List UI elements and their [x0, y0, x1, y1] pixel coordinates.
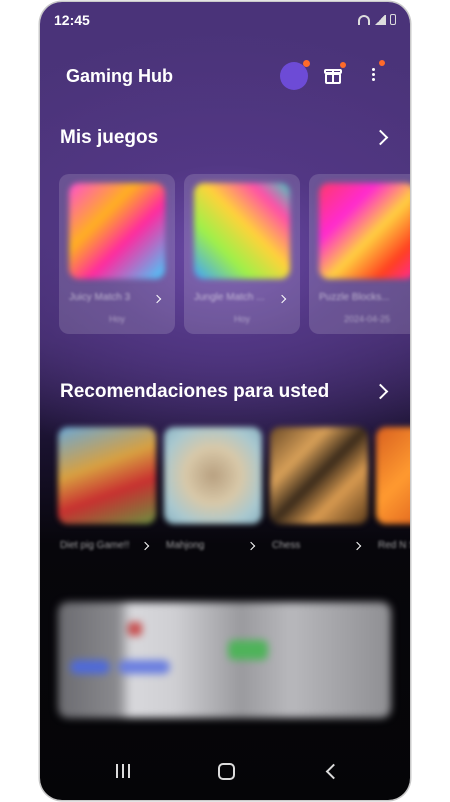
- recommendation-thumbnail: [376, 427, 410, 524]
- avatar[interactable]: [280, 60, 310, 90]
- chevron-right-icon: [140, 541, 150, 551]
- game-date: Hoy: [108, 314, 125, 324]
- more-vert-icon[interactable]: [370, 60, 385, 86]
- phone-screen: 12:45 Gaming Hub Mis juegos Juicy Match …: [40, 2, 410, 800]
- recommendation-thumbnail: [164, 427, 262, 524]
- wifi-icon: [358, 14, 370, 25]
- signal-icon: [374, 14, 386, 25]
- game-name: Jungle Match ...: [194, 292, 265, 303]
- game-thumbnail: [69, 183, 165, 279]
- status-time: 12:45: [54, 12, 90, 28]
- battery-icon: [390, 14, 396, 25]
- promo-banner[interactable]: [58, 602, 391, 718]
- recommendations-chevron-right-icon[interactable]: [372, 383, 389, 400]
- gift-icon[interactable]: [324, 62, 346, 84]
- game-card[interactable]: Juicy Match 3 Hoy: [59, 174, 175, 334]
- recommendations-title: Recomendaciones para usted: [60, 381, 330, 402]
- recommendation-name: Mahjong: [166, 540, 205, 551]
- my-games-title: Mis juegos: [60, 127, 159, 148]
- game-thumbnail: [319, 183, 410, 279]
- chevron-right-icon: [277, 294, 287, 304]
- app-title: Gaming Hub: [66, 66, 173, 86]
- recommendation-thumbnail: [270, 427, 368, 524]
- game-name: Juicy Match 3: [69, 292, 131, 303]
- game-date: 2024-04-25: [343, 314, 391, 324]
- recent-apps-icon[interactable]: [116, 764, 130, 778]
- home-icon[interactable]: [218, 763, 235, 780]
- game-thumbnail: [194, 183, 290, 279]
- status-bar: 12:45: [54, 12, 396, 32]
- recommendation-thumbnail: [58, 427, 156, 524]
- game-card[interactable]: Jungle Match ... Hoy: [184, 174, 300, 334]
- game-card[interactable]: Puzzle Blocks... 2024-04-25: [309, 174, 410, 334]
- recommendations-list: Diet pig Game!! Mahjong Chess Red N Spee…: [58, 427, 410, 577]
- my-games-list: Juicy Match 3 Hoy Jungle Match ... Hoy P…: [59, 174, 410, 334]
- app-header: Gaming Hub: [66, 60, 385, 90]
- recommendation-name: Chess: [272, 540, 301, 551]
- navigation-bar: [40, 744, 410, 800]
- chevron-right-icon: [246, 541, 256, 551]
- status-icons: [358, 14, 396, 25]
- my-games-chevron-right-icon[interactable]: [372, 129, 389, 146]
- chevron-right-icon: [352, 541, 362, 551]
- game-date: Hoy: [233, 314, 250, 324]
- chevron-right-icon: [152, 294, 162, 304]
- back-icon[interactable]: [325, 763, 342, 780]
- recommendation-name: Diet pig Game!!: [60, 540, 130, 551]
- recommendation-name: Red N Speed: [378, 540, 410, 551]
- game-name: Puzzle Blocks...: [319, 292, 390, 303]
